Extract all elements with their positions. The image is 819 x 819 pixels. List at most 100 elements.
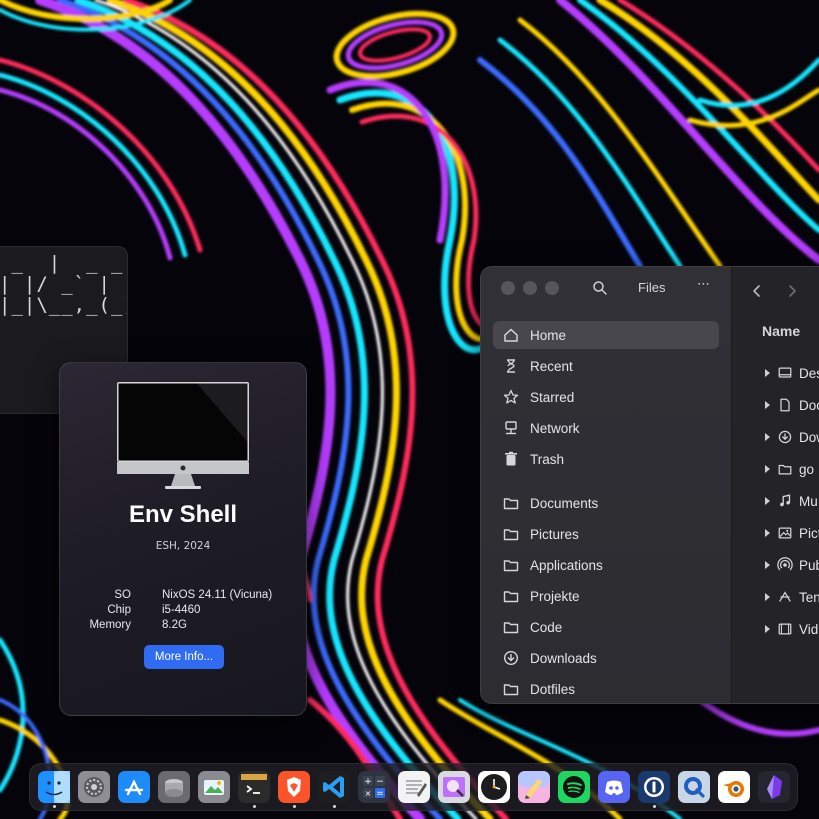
spec-row-chip: Chip i5-4460 <box>60 604 306 619</box>
brave-browser-icon[interactable] <box>278 771 310 803</box>
download-icon <box>503 650 519 666</box>
folder-icon <box>503 498 519 510</box>
more-options-icon[interactable]: ⋯ <box>697 277 710 292</box>
spec-list: SO NixOS 24.11 (Vicuna) Chip i5-4460 Mem… <box>60 589 306 634</box>
app-store-icon[interactable] <box>118 771 150 803</box>
folder-icon <box>503 684 519 696</box>
expand-arrow-icon[interactable] <box>762 560 772 570</box>
sidebar-item-recent[interactable]: Recent <box>493 352 719 380</box>
file-name: Dow <box>799 429 819 445</box>
expand-arrow-icon[interactable] <box>762 624 772 634</box>
file-row[interactable]: Doc <box>762 394 819 416</box>
finder-icon[interactable] <box>38 771 70 803</box>
sidebar-item-starred[interactable]: Starred <box>493 383 719 411</box>
calculator-icon[interactable]: + − × = <box>358 771 390 803</box>
svg-text:−: − <box>376 777 384 787</box>
sidebar-item-applications[interactable]: Applications <box>493 551 719 579</box>
minimize-window-button[interactable] <box>523 281 537 295</box>
running-indicator <box>332 805 336 808</box>
file-row[interactable]: Des <box>762 362 819 384</box>
file-name: Ten <box>799 589 819 605</box>
sidebar-item-code[interactable]: Code <box>493 613 719 641</box>
file-row[interactable]: Dow <box>762 426 819 448</box>
clock-app-icon[interactable] <box>478 771 510 803</box>
file-name: Des <box>799 365 819 381</box>
file-row[interactable]: Pub <box>762 554 819 576</box>
file-row[interactable]: Mu <box>762 490 818 512</box>
expand-arrow-icon[interactable] <box>762 528 772 538</box>
blender-icon[interactable] <box>718 771 750 803</box>
file-row[interactable]: Pict <box>762 522 819 544</box>
running-indicator <box>652 805 656 808</box>
spec-value: i5-4460 <box>162 604 201 616</box>
about-this-system-window[interactable]: Env Shell ESH, 2024 SO NixOS 24.11 (Vicu… <box>59 362 307 716</box>
sidebar-item-label: Projekte <box>530 588 580 604</box>
sidebar-item-label: Trash <box>530 451 565 467</box>
more-info-button[interactable]: More Info... <box>144 645 224 669</box>
sidebar-item-label: Network <box>530 420 580 436</box>
quicktime-icon[interactable] <box>678 771 710 803</box>
expand-arrow-icon[interactable] <box>762 432 772 442</box>
files-window-title: Files <box>638 280 666 295</box>
spec-value: NixOS 24.11 (Vicuna) <box>162 589 273 601</box>
star-icon <box>503 389 519 404</box>
maximize-window-button[interactable] <box>545 281 559 295</box>
spec-value: 8.2G <box>162 619 187 631</box>
file-name: go <box>799 461 815 477</box>
file-name: Pub <box>799 557 819 573</box>
close-window-button[interactable] <box>501 281 515 295</box>
system-settings-icon[interactable] <box>78 771 110 803</box>
sidebar-item-downloads[interactable]: Downloads <box>493 644 719 672</box>
folder-icon <box>503 591 519 603</box>
spec-key: Chip <box>107 604 131 616</box>
svg-text:+: + <box>364 777 372 787</box>
image-viewer-icon[interactable] <box>198 771 230 803</box>
text-editor-icon[interactable] <box>398 771 430 803</box>
sidebar-item-label: Dotfiles <box>530 681 576 697</box>
about-title: Env Shell <box>128 501 238 528</box>
sidebar-item-label: Downloads <box>530 650 597 666</box>
file-name: Doc <box>799 397 819 413</box>
vscode-icon[interactable] <box>318 771 350 803</box>
expand-arrow-icon[interactable] <box>762 592 772 602</box>
discord-icon[interactable] <box>598 771 630 803</box>
paint-icon[interactable] <box>518 771 550 803</box>
sidebar-item-label: Recent <box>530 358 573 374</box>
sidebar-item-projekte[interactable]: Projekte <box>493 582 719 610</box>
image-icon <box>778 527 792 539</box>
document-icon <box>780 398 790 412</box>
folder-icon <box>503 622 519 634</box>
expand-arrow-icon[interactable] <box>762 368 772 378</box>
disk-utility-icon[interactable] <box>158 771 190 803</box>
obsidian-icon[interactable] <box>758 771 790 803</box>
sidebar-item-network[interactable]: Network <box>493 414 719 442</box>
spotify-icon[interactable] <box>558 771 590 803</box>
terminal-icon[interactable] <box>238 771 270 803</box>
sidebar-item-dotfiles[interactable]: Dotfiles <box>493 675 719 703</box>
name-column-header[interactable]: Name <box>762 323 800 339</box>
expand-arrow-icon[interactable] <box>762 496 772 506</box>
folder-icon <box>778 464 792 475</box>
sidebar-item-home[interactable]: Home <box>493 321 719 349</box>
sidebar-item-trash[interactable]: Trash <box>493 445 719 473</box>
sidebar-item-pictures[interactable]: Pictures <box>493 520 719 548</box>
network-icon <box>505 421 517 435</box>
spec-row-memory: Memory 8.2G <box>60 619 306 634</box>
forward-arrow-icon[interactable] <box>785 284 799 298</box>
password-manager-icon[interactable] <box>638 771 670 803</box>
preview-icon[interactable] <box>438 771 470 803</box>
download-icon <box>778 430 792 444</box>
expand-arrow-icon[interactable] <box>762 464 772 474</box>
file-row[interactable]: Ten <box>762 586 819 608</box>
search-icon[interactable] <box>592 280 608 296</box>
expand-arrow-icon[interactable] <box>762 400 772 410</box>
sidebar-item-label: Pictures <box>530 526 579 542</box>
sidebar-item-documents[interactable]: Documents <box>493 489 719 517</box>
music-icon <box>780 494 791 507</box>
file-row[interactable]: go <box>762 458 814 480</box>
files-window[interactable]: Files ⋯ Home Recent Starred Network Trash Doc… <box>480 266 819 704</box>
file-row[interactable]: Vid <box>762 618 818 640</box>
terminal-ascii-art: _ | _ _ | |/ _` | | |_|\__,_(_) <box>0 252 128 316</box>
file-name: Vid <box>799 621 819 637</box>
back-arrow-icon[interactable] <box>750 284 764 298</box>
